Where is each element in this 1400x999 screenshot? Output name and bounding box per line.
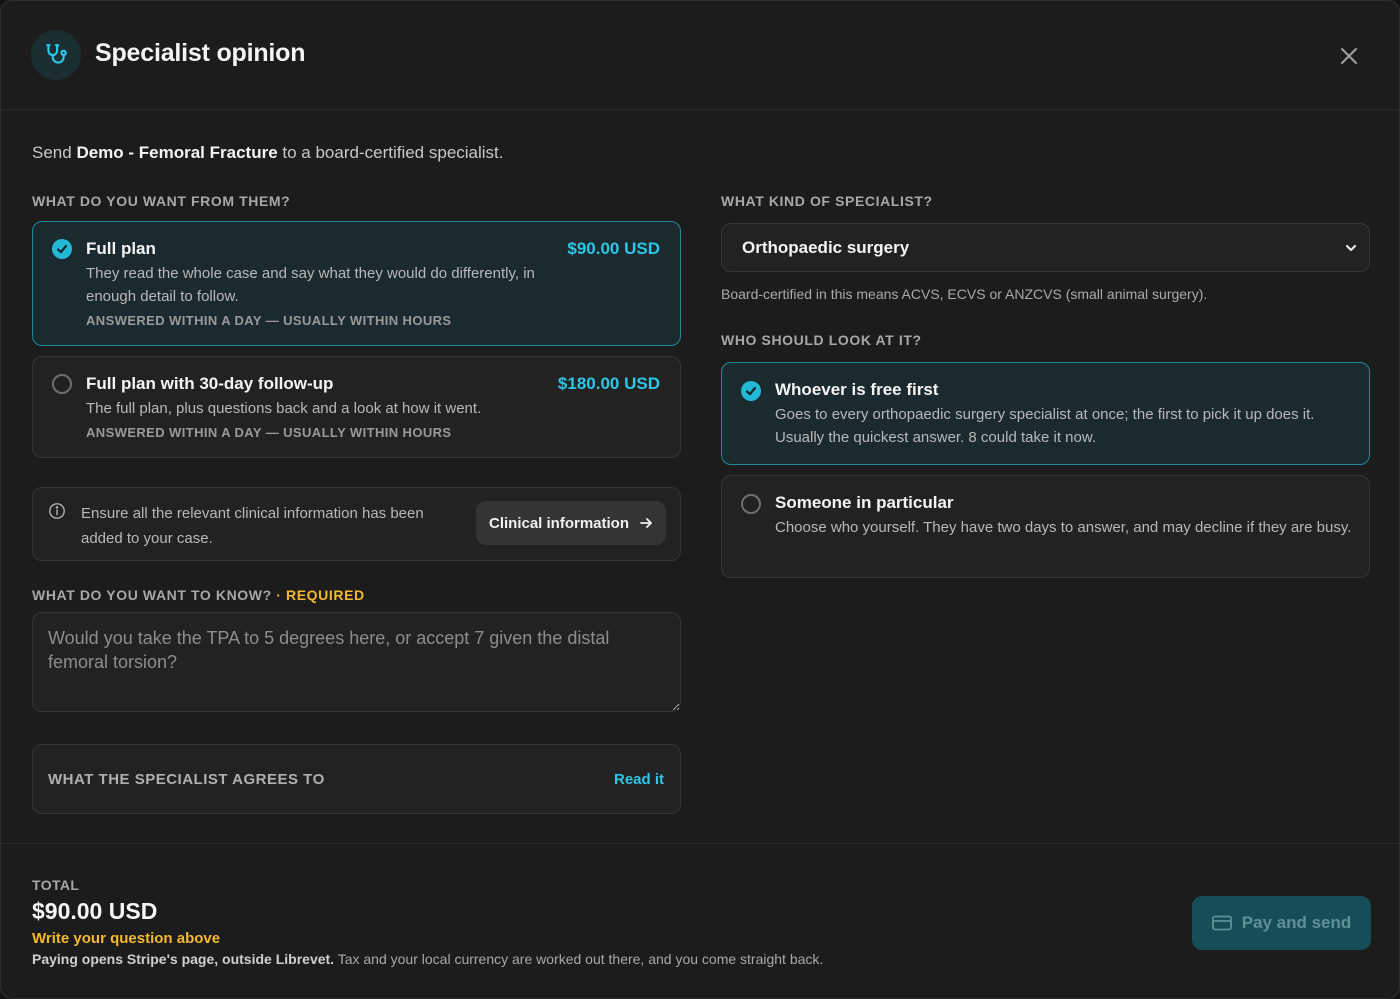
plan-title: Full plan	[86, 239, 156, 258]
audience-description: Choose who yourself. They have two days …	[775, 519, 1352, 536]
audience-title: Whoever is free first	[775, 380, 939, 399]
question-section-label: WHAT DO YOU WANT TO KNOW? · REQUIRED	[32, 587, 365, 603]
close-button[interactable]	[1335, 42, 1363, 70]
close-icon	[1341, 48, 1357, 64]
credit-card-icon	[1211, 915, 1232, 931]
pay-and-send-label: Pay and send	[1241, 913, 1352, 932]
question-textarea[interactable]	[32, 612, 681, 712]
plan-description: They read the whole case and say what th…	[86, 265, 535, 305]
specialist-opinion-dialog: Specialist opinion Send Demo - Femoral F…	[0, 0, 1400, 999]
arrow-right-icon	[640, 518, 652, 528]
radio-checked-icon[interactable]	[52, 239, 72, 259]
plan-option-full-plan[interactable]: Full plan $90.00 USD They read the whole…	[32, 221, 681, 346]
stethoscope-icon	[31, 30, 81, 80]
audience-section-label: WHO SHOULD LOOK AT IT?	[721, 332, 922, 348]
agreement-label: WHAT THE SPECIALIST AGREES TO	[48, 771, 325, 788]
plan-title: Full plan with 30-day follow-up	[86, 374, 334, 393]
total-value: $90.00 USD	[32, 898, 158, 924]
plan-section-label: WHAT DO YOU WANT FROM THEM?	[32, 193, 291, 209]
chevron-down-icon	[1345, 244, 1357, 252]
plan-price: $90.00 USD	[567, 239, 660, 258]
read-agreement-link[interactable]: Read it	[614, 771, 664, 788]
radio-checked-icon[interactable]	[741, 381, 761, 401]
clinical-info-notice: Ensure all the relevant clinical informa…	[32, 487, 681, 561]
plan-turnaround: ANSWERED WITHIN A DAY — USUALLY WITHIN H…	[86, 313, 452, 328]
radio-unchecked-icon[interactable]	[52, 374, 72, 394]
specialist-type-select[interactable]: Orthopaedic surgery	[721, 223, 1370, 272]
plan-turnaround: ANSWERED WITHIN A DAY — USUALLY WITHIN H…	[86, 425, 452, 440]
case-name: Demo - Femoral Fracture	[76, 143, 278, 162]
payment-note: Paying opens Stripe's page, outside Libr…	[32, 951, 824, 967]
audience-option-first-free[interactable]: Whoever is free first Goes to every orth…	[721, 362, 1370, 465]
question-required-warning: Write your question above	[32, 930, 221, 947]
plan-price: $180.00 USD	[557, 374, 660, 393]
audience-title: Someone in particular	[775, 493, 954, 512]
dialog-header: Specialist opinion	[1, 1, 1399, 110]
specialist-hint: Board-certified in this means ACVS, ECVS…	[721, 286, 1208, 302]
dialog-footer: TOTAL $90.00 USD Write your question abo…	[1, 843, 1399, 998]
pay-and-send-button[interactable]: Pay and send	[1192, 896, 1371, 950]
clinical-information-button[interactable]: Clinical information	[476, 501, 666, 545]
total-label: TOTAL	[32, 877, 80, 893]
audience-description: Goes to every orthopaedic surgery specia…	[775, 406, 1315, 446]
audience-option-someone-particular[interactable]: Someone in particular Choose who yoursel…	[721, 475, 1370, 578]
specialist-type-value: Orthopaedic surgery	[742, 238, 910, 257]
clinical-information-label: Clinical information	[488, 514, 629, 532]
info-text: Ensure all the relevant clinical informa…	[81, 505, 424, 547]
specialist-agreement-row: WHAT THE SPECIALIST AGREES TO Read it	[32, 744, 681, 814]
radio-unchecked-icon[interactable]	[741, 494, 761, 514]
required-badge: REQUIRED	[286, 587, 365, 603]
dialog-title: Specialist opinion	[95, 39, 306, 67]
plan-option-full-plan-follow-up[interactable]: Full plan with 30-day follow-up $180.00 …	[32, 356, 681, 458]
info-icon	[49, 503, 65, 519]
intro-text: Send Demo - Femoral Fracture to a board-…	[32, 143, 504, 162]
specialist-section-label: WHAT KIND OF SPECIALIST?	[721, 193, 933, 209]
plan-description: The full plan, plus questions back and a…	[86, 400, 482, 417]
